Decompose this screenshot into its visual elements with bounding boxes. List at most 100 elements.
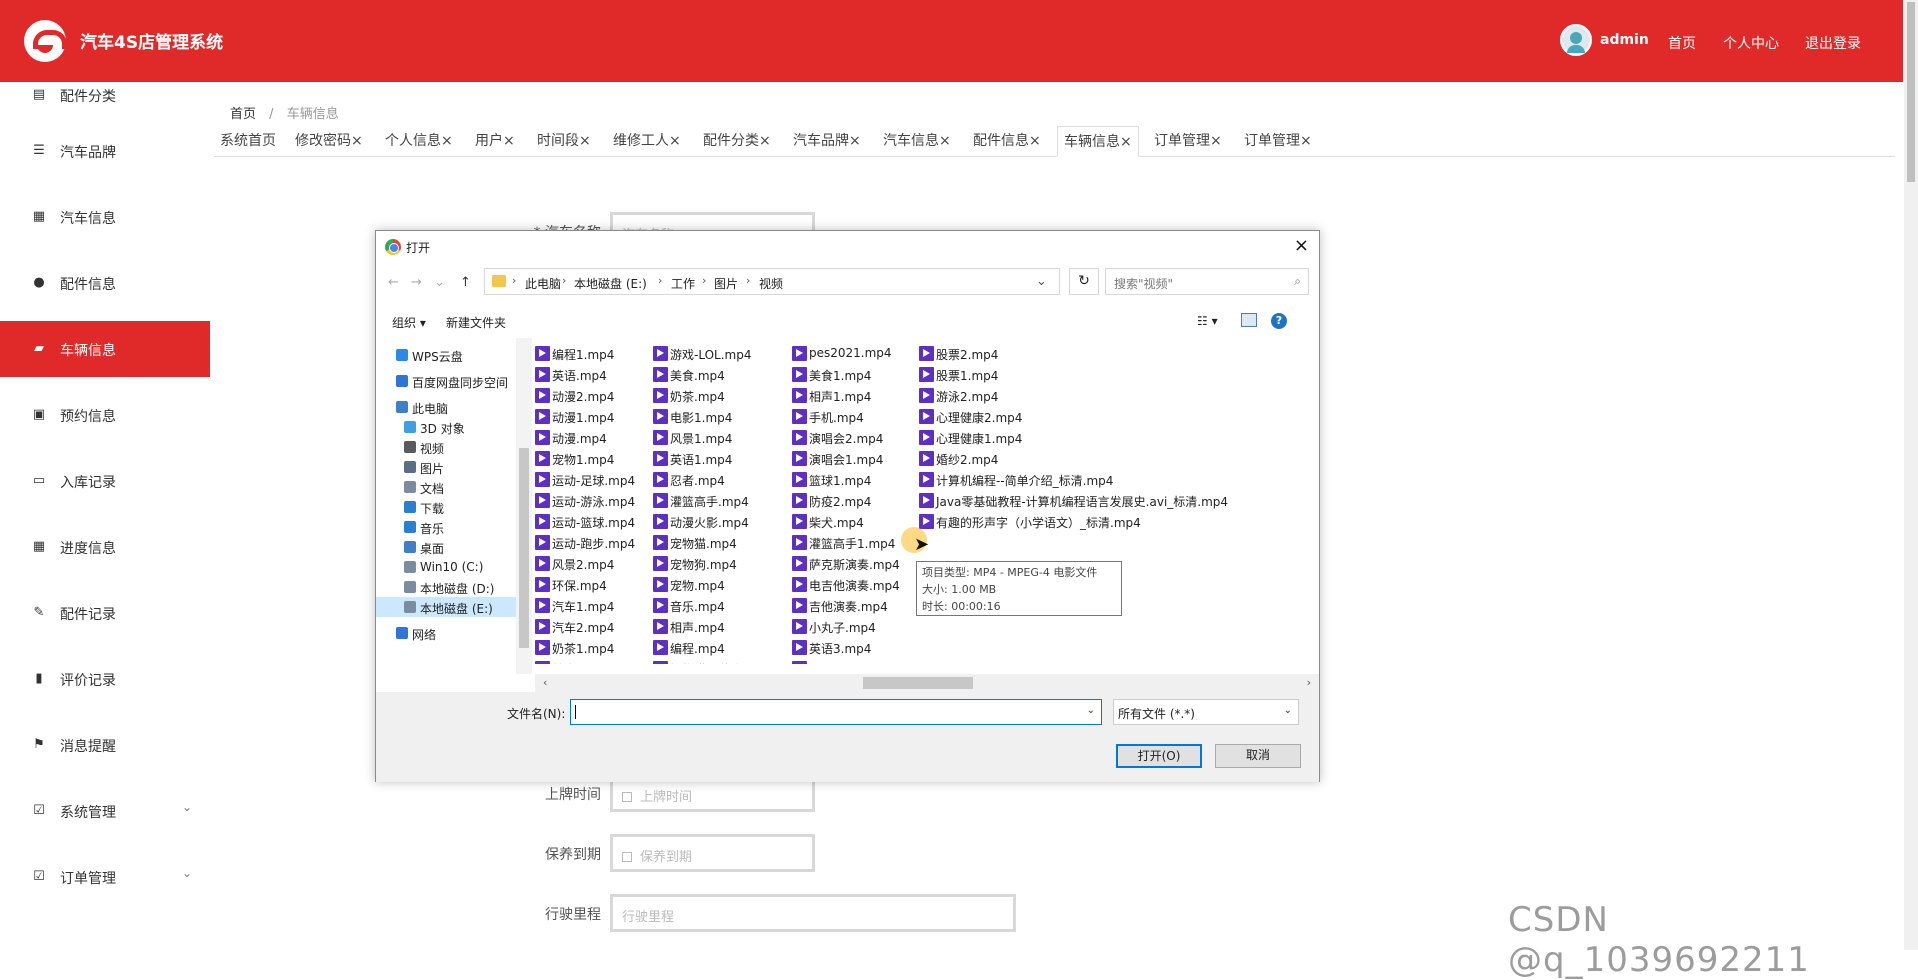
cancel-button[interactable]: 取消 [1215, 744, 1301, 768]
nav-scrollbar[interactable] [516, 338, 532, 674]
up-arrow-icon[interactable]: ↑ [460, 275, 471, 290]
close-icon[interactable]: × [939, 133, 951, 149]
tab-time-slot[interactable]: 时间段× [531, 126, 597, 157]
help-icon[interactable]: ? [1271, 313, 1287, 329]
nav-item-pictures[interactable]: 图片 [376, 457, 516, 477]
nav-item-3d-objects[interactable]: 3D 对象 [376, 417, 516, 437]
dialog-titlebar[interactable]: 打开 × [376, 231, 1319, 261]
nav-item-drive-e[interactable]: 本地磁盘 (E:) [376, 597, 516, 617]
file-name: 宠物1.mp4 [552, 453, 615, 467]
sidebar-item-car-info[interactable]: ▦ 汽车信息 [0, 189, 210, 245]
view-options-icon[interactable]: ☷ ▾ [1197, 314, 1223, 328]
filename-input[interactable]: ⌄ [570, 699, 1102, 725]
chevron-down-icon[interactable]: ⌄ [1036, 274, 1047, 289]
file-type-select[interactable]: 所有文件 (*.*) ⌄ [1113, 699, 1299, 725]
chevron-down-icon[interactable]: ⌄ [1087, 705, 1095, 716]
sidebar-item-vehicle-info[interactable]: ▰ 车辆信息 [0, 321, 210, 377]
path-segment[interactable]: 工作 [671, 275, 695, 292]
maintenance-due-input[interactable]: 保养到期 [610, 834, 815, 872]
tab-users[interactable]: 用户× [469, 126, 521, 157]
nav-item-this-pc[interactable]: 此电脑 [376, 397, 516, 417]
tab-order-management-2[interactable]: 订单管理× [1238, 126, 1318, 157]
recent-dropdown-icon[interactable]: ⌄ [434, 275, 445, 290]
tab-parts-category[interactable]: 配件分类× [697, 126, 777, 157]
nav-item-network[interactable]: 网络 [376, 623, 516, 643]
nav-item-wps-cloud[interactable]: WPS云盘 [376, 345, 516, 365]
sidebar-item-system-management[interactable]: ☑ 系统管理 ⌄ [0, 783, 210, 839]
mileage-input[interactable]: 行驶里程 [610, 894, 1016, 932]
chevron-down-icon: ⌄ [181, 866, 192, 880]
file-horizontal-scrollbar[interactable]: ‹ › [535, 674, 1319, 692]
tab-change-password[interactable]: 修改密码× [289, 126, 369, 157]
sidebar-item-order-management[interactable]: ☑ 订单管理 ⌄ [0, 849, 210, 905]
nav-item-baidu-sync[interactable]: 百度网盘同步空间 [376, 371, 516, 391]
tab-repair-workers[interactable]: 维修工人× [607, 126, 687, 157]
close-icon[interactable]: × [849, 133, 861, 149]
forward-arrow-icon[interactable]: → [411, 275, 422, 290]
search-input[interactable]: 搜索"视频" ⌕ [1105, 268, 1309, 295]
profile-link[interactable]: 个人中心 [1723, 33, 1779, 53]
briefcase-icon: ▣ [32, 407, 46, 422]
sidebar-item-appointment-info[interactable]: ▣ 预约信息 [0, 387, 210, 443]
sidebar-item-parts-category[interactable]: ▤ 配件分类 [0, 67, 210, 123]
new-folder-button[interactable]: 新建文件夹 [446, 314, 506, 331]
address-bar[interactable]: › 此电脑 › 本地磁盘 (E:) › 工作 › 图片 › 视频 ⌄ [484, 268, 1060, 295]
close-icon[interactable]: × [1120, 134, 1132, 150]
scroll-right-icon[interactable]: › [1307, 676, 1311, 689]
sidebar-item-parts-info[interactable]: ● 配件信息 [0, 255, 210, 311]
path-segment[interactable]: 视频 [759, 275, 783, 292]
sidebar-item-stock-records[interactable]: ▭ 入库记录 [0, 453, 210, 509]
tab-parts-info[interactable]: 配件信息× [967, 126, 1047, 157]
tab-vehicle-info[interactable]: 车辆信息× [1057, 126, 1139, 157]
sidebar-item-message-reminders[interactable]: ⚑ 消息提醒 [0, 717, 210, 773]
tab-label: 订单管理 [1244, 133, 1300, 149]
home-link[interactable]: 首页 [1668, 33, 1696, 53]
chrome-icon [385, 239, 401, 255]
username[interactable]: admin [1600, 32, 1649, 48]
tab-car-brand[interactable]: 汽车品牌× [787, 126, 867, 157]
close-icon[interactable]: × [351, 133, 363, 149]
tab-system-home[interactable]: 系统首页 [214, 126, 282, 157]
page-scrollbar[interactable] [1904, 0, 1918, 950]
tab-car-info[interactable]: 汽车信息× [877, 126, 957, 157]
nav-item-videos[interactable]: 视频 [376, 437, 516, 457]
logout-link[interactable]: 退出登录 [1805, 33, 1861, 53]
close-icon[interactable]: × [503, 133, 515, 149]
path-segment[interactable]: 此电脑 [525, 275, 561, 292]
preview-pane-icon[interactable] [1241, 313, 1257, 327]
nav-item-documents[interactable]: 文档 [376, 477, 516, 497]
video-file-icon [535, 346, 550, 361]
refresh-icon[interactable]: ↻ [1069, 268, 1099, 295]
back-arrow-icon[interactable]: ← [388, 275, 399, 290]
close-icon[interactable]: × [1294, 235, 1309, 256]
nav-item-desktop[interactable]: 桌面 [376, 537, 516, 557]
breadcrumb-home[interactable]: 首页 [230, 107, 256, 122]
organize-menu[interactable]: 组织 ▾ [392, 314, 426, 331]
sidebar-item-progress-info[interactable]: ▦ 进度信息 [0, 519, 210, 575]
video-file-icon [535, 493, 550, 508]
close-icon[interactable]: × [1300, 133, 1312, 149]
tab-order-management[interactable]: 订单管理× [1148, 126, 1228, 157]
nav-item-music[interactable]: 音乐 [376, 517, 516, 537]
path-separator: › [658, 274, 663, 287]
path-segment[interactable]: 本地磁盘 (E:) [574, 275, 647, 292]
close-icon[interactable]: × [579, 133, 591, 149]
tab-personal-info[interactable]: 个人信息× [379, 126, 459, 157]
file-name: 怪物猎人游戏.mp4 [670, 661, 773, 664]
path-segment[interactable]: 图片 [714, 275, 738, 292]
scroll-left-icon[interactable]: ‹ [543, 676, 547, 689]
avatar[interactable] [1560, 24, 1592, 56]
close-icon[interactable]: × [1029, 133, 1041, 149]
video-file-icon [792, 430, 807, 445]
open-button[interactable]: 打开(O) [1116, 744, 1202, 768]
sidebar-item-review-records[interactable]: ▮ 评价记录 [0, 651, 210, 707]
close-icon[interactable]: × [441, 133, 453, 149]
sidebar-item-car-brand[interactable]: ☰ 汽车品牌 [0, 123, 210, 179]
close-icon[interactable]: × [759, 133, 771, 149]
nav-item-drive-d[interactable]: 本地磁盘 (D:) [376, 577, 516, 597]
nav-item-drive-c[interactable]: Win10 (C:) [376, 557, 516, 577]
sidebar-item-parts-records[interactable]: ✎ 配件记录 [0, 585, 210, 641]
nav-item-downloads[interactable]: 下载 [376, 497, 516, 517]
close-icon[interactable]: × [1210, 133, 1222, 149]
close-icon[interactable]: × [669, 133, 681, 149]
